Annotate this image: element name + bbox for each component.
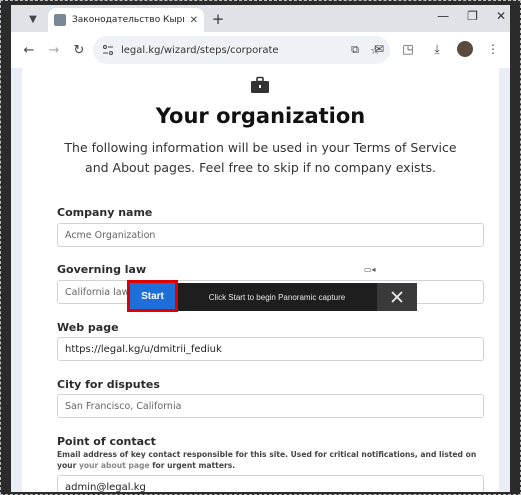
minimize-icon[interactable]: —: [437, 9, 449, 23]
contact-help-text: Email address of key contact responsible…: [57, 449, 487, 471]
about-page-link[interactable]: your about page: [79, 461, 150, 470]
start-capture-button[interactable]: Start: [127, 280, 178, 312]
close-icon[interactable]: [377, 283, 417, 311]
site-info-icon[interactable]: [101, 43, 115, 57]
camera-icon: ▭◂: [364, 265, 376, 274]
page-title: Your organization: [155, 104, 366, 128]
close-window-icon[interactable]: ✕: [496, 9, 506, 23]
browser-window: ▼ Законодательство Кыргызстана ✕ + — ❐ ✕…: [11, 5, 510, 492]
mail-icon[interactable]: ✉: [370, 40, 388, 58]
favicon-icon: [54, 14, 66, 26]
toolbar-actions: ✉ ◳ ⤓ ⋮: [370, 40, 502, 58]
tab-title: Законодательство Кыргызстана: [72, 15, 184, 25]
help-suffix: for urgent matters.: [149, 461, 236, 470]
web-page-label: Web page: [57, 321, 119, 334]
tab-search-icon[interactable]: ▼: [25, 11, 41, 27]
web-page-input[interactable]: https://legal.kg/u/dmitrii_fediuk: [57, 337, 484, 361]
company-name-label: Company name: [57, 206, 153, 219]
maximize-icon[interactable]: ❐: [467, 9, 478, 23]
active-tab[interactable]: Законодательство Кыргызстана ✕: [48, 8, 204, 32]
city-input[interactable]: San Francisco, California: [57, 394, 484, 418]
close-tab-icon[interactable]: ✕: [190, 15, 198, 26]
page-content: Your organization The following informat…: [22, 64, 499, 492]
page-subtitle: The following information will be used i…: [64, 140, 457, 175]
download-icon[interactable]: ⤓: [428, 40, 446, 58]
profile-avatar[interactable]: [457, 41, 473, 57]
tab-strip: ▼ Законодательство Кыргызстана ✕ + — ❐ ✕: [11, 5, 510, 32]
contact-label: Point of contact: [57, 435, 156, 448]
browser-toolbar: ← → ↻ legal.kg/wizard/steps/corporate ⧉ …: [11, 32, 510, 68]
forward-icon[interactable]: →: [44, 40, 64, 60]
url-text: legal.kg/wizard/steps/corporate: [121, 44, 279, 56]
panorama-hint: Click Start to begin Panoramic capture: [208, 292, 346, 302]
window-controls: — ❐ ✕: [437, 9, 506, 23]
governing-law-label: Governing law: [57, 263, 147, 276]
address-bar[interactable]: legal.kg/wizard/steps/corporate ⧉ ☆: [93, 36, 390, 64]
extensions-icon[interactable]: ◳: [399, 40, 417, 58]
contact-email-input[interactable]: admin@legal.kg: [57, 475, 484, 492]
company-name-input[interactable]: Acme Organization: [57, 223, 484, 247]
briefcase-icon: [251, 76, 269, 93]
menu-icon[interactable]: ⋮: [484, 40, 502, 58]
new-tab-icon[interactable]: +: [210, 10, 226, 28]
city-label: City for disputes: [57, 378, 160, 391]
reload-icon[interactable]: ↻: [69, 40, 89, 60]
cast-icon[interactable]: ⧉: [348, 43, 362, 57]
back-icon[interactable]: ←: [19, 40, 39, 60]
